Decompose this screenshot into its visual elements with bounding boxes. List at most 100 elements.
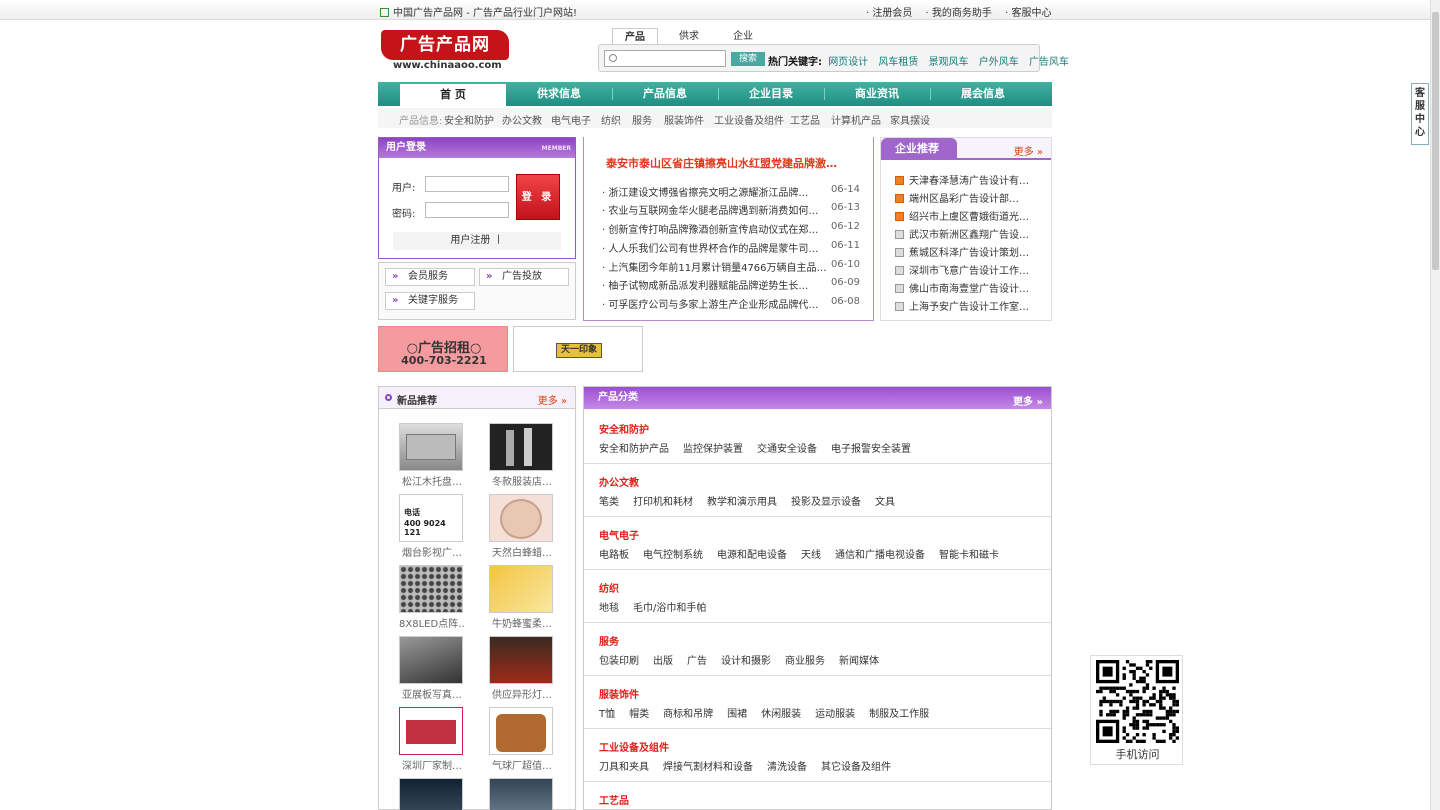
product-card[interactable]: 亚展板写真… [399, 636, 465, 701]
mobile-qr[interactable]: 手机访问 [1090, 655, 1183, 765]
category-sub-link[interactable]: 地毯 [599, 603, 619, 614]
assistant-link[interactable]: · 我的商务助手 [926, 8, 992, 19]
search-tab-supply[interactable]: 供求 [666, 28, 712, 45]
category-sub-link[interactable]: 刀具和夹具 [599, 762, 649, 773]
category-sub-link[interactable]: 设计和摄影 [721, 656, 771, 667]
service-center-link[interactable]: · 客服中心 [1005, 8, 1051, 19]
category-sub-link[interactable]: 运动服装 [815, 709, 855, 720]
category-sub-link[interactable]: T恤 [599, 709, 615, 720]
news-item[interactable]: · 浙江建设文博强省擦亮文明之源耀浙江品牌… 06-14 [602, 184, 860, 200]
category-sub-link[interactable]: 帽类 [629, 709, 649, 720]
subnav-item[interactable]: 工艺品 [790, 112, 820, 127]
news-item[interactable]: · 上汽集团今年前11月累计销量4766万辆自主品… 06-10 [602, 259, 860, 275]
product-card[interactable]: 牛奶蜂蜜柔… [489, 565, 555, 630]
nav-news[interactable]: 商业资讯 [824, 82, 930, 106]
login-button[interactable]: 登 录 [516, 174, 560, 220]
category-sub-link[interactable]: 监控保护装置 [683, 444, 743, 455]
subnav-item[interactable]: 服装饰件 [664, 112, 704, 127]
category-sub-link[interactable]: 通信和广播电视设备 [835, 550, 925, 561]
category-sub-link[interactable]: 商业服务 [785, 656, 825, 667]
category-sub-link[interactable]: 智能卡和磁卡 [939, 550, 999, 561]
subnav-item[interactable]: 计算机产品 [831, 112, 881, 127]
category-sub-link[interactable]: 交通安全设备 [757, 444, 817, 455]
news-item[interactable]: · 柚子试物成新品派发利器赋能品牌逆势生长… 06-09 [602, 277, 860, 293]
news-item[interactable]: · 农业与互联网金华火腿老品牌遇到新消费如何… 06-13 [602, 202, 860, 218]
category-title[interactable]: 服务 [599, 633, 619, 648]
category-sub-link[interactable]: 安全和防护产品 [599, 444, 669, 455]
product-card[interactable]: 松江木托盘… [399, 423, 465, 488]
category-sub-link[interactable]: 电子报警安全装置 [831, 444, 911, 455]
product-card[interactable]: 气球厂超值… [489, 707, 555, 772]
product-card[interactable]: 冬款服装店… [489, 423, 555, 488]
product-card[interactable] [399, 778, 465, 810]
product-card[interactable]: 深圳厂家制… [399, 707, 465, 772]
page-scrollbar[interactable] [1430, 0, 1440, 810]
nav-supply[interactable]: 供求信息 [506, 82, 612, 106]
company-item[interactable]: 绍兴市上虞区曹娥街道光… [895, 208, 1029, 224]
category-title[interactable]: 工业设备及组件 [599, 739, 669, 754]
keyword-service-button[interactable]: » 关键字服务 [385, 292, 475, 310]
ad-placement-button[interactable]: » 广告投放 [479, 268, 569, 286]
hot-keyword[interactable]: 风车租赁 [878, 57, 918, 68]
company-more-link[interactable]: 更多 » [1014, 143, 1043, 158]
category-sub-link[interactable]: 制服及工作服 [869, 709, 929, 720]
product-card[interactable]: 电话 400 9024 121 烟台影视广… [399, 494, 465, 559]
company-item[interactable]: 上海予安广告设计工作室… [895, 298, 1029, 314]
news-item[interactable]: · 创新宣传打响品牌豫酒创新宣传启动仪式在郑… 06-12 [602, 221, 860, 237]
member-service-button[interactable]: » 会员服务 [385, 268, 475, 286]
category-sub-link[interactable]: 清洗设备 [767, 762, 807, 773]
category-sub-link[interactable]: 打印机和耗材 [633, 497, 693, 508]
search-tab-company[interactable]: 企业 [720, 28, 766, 45]
category-sub-link[interactable]: 电路板 [599, 550, 629, 561]
category-title[interactable]: 安全和防护 [599, 421, 649, 436]
company-item[interactable]: 端州区晶彩广告设计部… [895, 190, 1019, 206]
headline-title[interactable]: 泰安市泰山区省庄镇擦亮山水红盟党建品牌激… [606, 155, 837, 171]
service-center-tab[interactable]: 客 服 中 心 [1411, 83, 1429, 145]
product-card[interactable]: 供应异形灯… [489, 636, 555, 701]
subnav-item[interactable]: 电气电子 [551, 112, 591, 127]
news-item[interactable]: · 人人乐我们公司有世界杯合作的品牌是蒙牛司… 06-11 [602, 240, 860, 256]
category-sub-link[interactable]: 商标和吊牌 [663, 709, 713, 720]
nav-exhibition[interactable]: 展会信息 [930, 82, 1036, 106]
username-field[interactable] [425, 176, 509, 192]
new-products-more-link[interactable]: 更多 » [538, 392, 567, 407]
nav-home[interactable]: 首 页 [400, 84, 506, 108]
password-field[interactable] [425, 202, 509, 218]
category-title[interactable]: 纺织 [599, 580, 619, 595]
category-sub-link[interactable]: 休闲服装 [761, 709, 801, 720]
scrollbar-thumb[interactable] [1432, 12, 1439, 270]
category-sub-link[interactable]: 天线 [801, 550, 821, 561]
category-sub-link[interactable]: 广告 [687, 656, 707, 667]
product-card[interactable] [489, 778, 555, 810]
category-sub-link[interactable]: 包装印刷 [599, 656, 639, 667]
company-item[interactable]: 天津春泽慧涛广告设计有… [895, 172, 1029, 188]
subnav-item[interactable]: 工业设备及组件 [714, 112, 784, 127]
category-sub-link[interactable]: 围裙 [727, 709, 747, 720]
subnav-item[interactable]: 纺织 [601, 112, 621, 127]
category-sub-link[interactable]: 笔类 [599, 497, 619, 508]
company-item[interactable]: 武汉市新洲区鑫翔广告设… [895, 226, 1029, 242]
category-sub-link[interactable]: 新闻媒体 [839, 656, 879, 667]
category-sub-link[interactable]: 文具 [875, 497, 895, 508]
ad-banner-rent[interactable]: ○广告招租○ 400-703-2221 [378, 326, 508, 372]
category-title[interactable]: 电气电子 [599, 527, 639, 542]
register-button[interactable]: 用户注册 丨 [393, 232, 561, 250]
category-sub-link[interactable]: 投影及显示设备 [791, 497, 861, 508]
site-logo[interactable]: 广告产品网 www.chinaaoo.com [381, 30, 509, 74]
company-item[interactable]: 蕉城区科泽广告设计策划… [895, 244, 1029, 260]
category-sub-link[interactable]: 毛巾/浴巾和手帕 [633, 603, 706, 614]
product-card[interactable]: 8X8LED点阵… [399, 565, 465, 630]
subnav-item[interactable]: 家具摆设 [890, 112, 930, 127]
hot-keyword[interactable]: 广告风车 [1029, 57, 1069, 68]
news-item[interactable]: · 可孚医疗公司与多家上游生产企业形成品牌代… 06-08 [602, 296, 860, 312]
category-sub-link[interactable]: 其它设备及组件 [821, 762, 891, 773]
company-item[interactable]: 深圳市飞意广告设计工作… [895, 262, 1029, 278]
nav-directory[interactable]: 企业目录 [718, 82, 824, 106]
ad-banner-tianyi[interactable]: 天一印象 [513, 326, 643, 372]
subnav-item[interactable]: 安全和防护 [444, 112, 494, 127]
category-title[interactable]: 办公文教 [599, 474, 639, 489]
product-card[interactable]: 天然白蜂蜡… [489, 494, 555, 559]
search-tab-product[interactable]: 产品 [612, 28, 658, 45]
hot-keyword[interactable]: 户外风车 [979, 57, 1019, 68]
category-sub-link[interactable]: 电源和配电设备 [717, 550, 787, 561]
